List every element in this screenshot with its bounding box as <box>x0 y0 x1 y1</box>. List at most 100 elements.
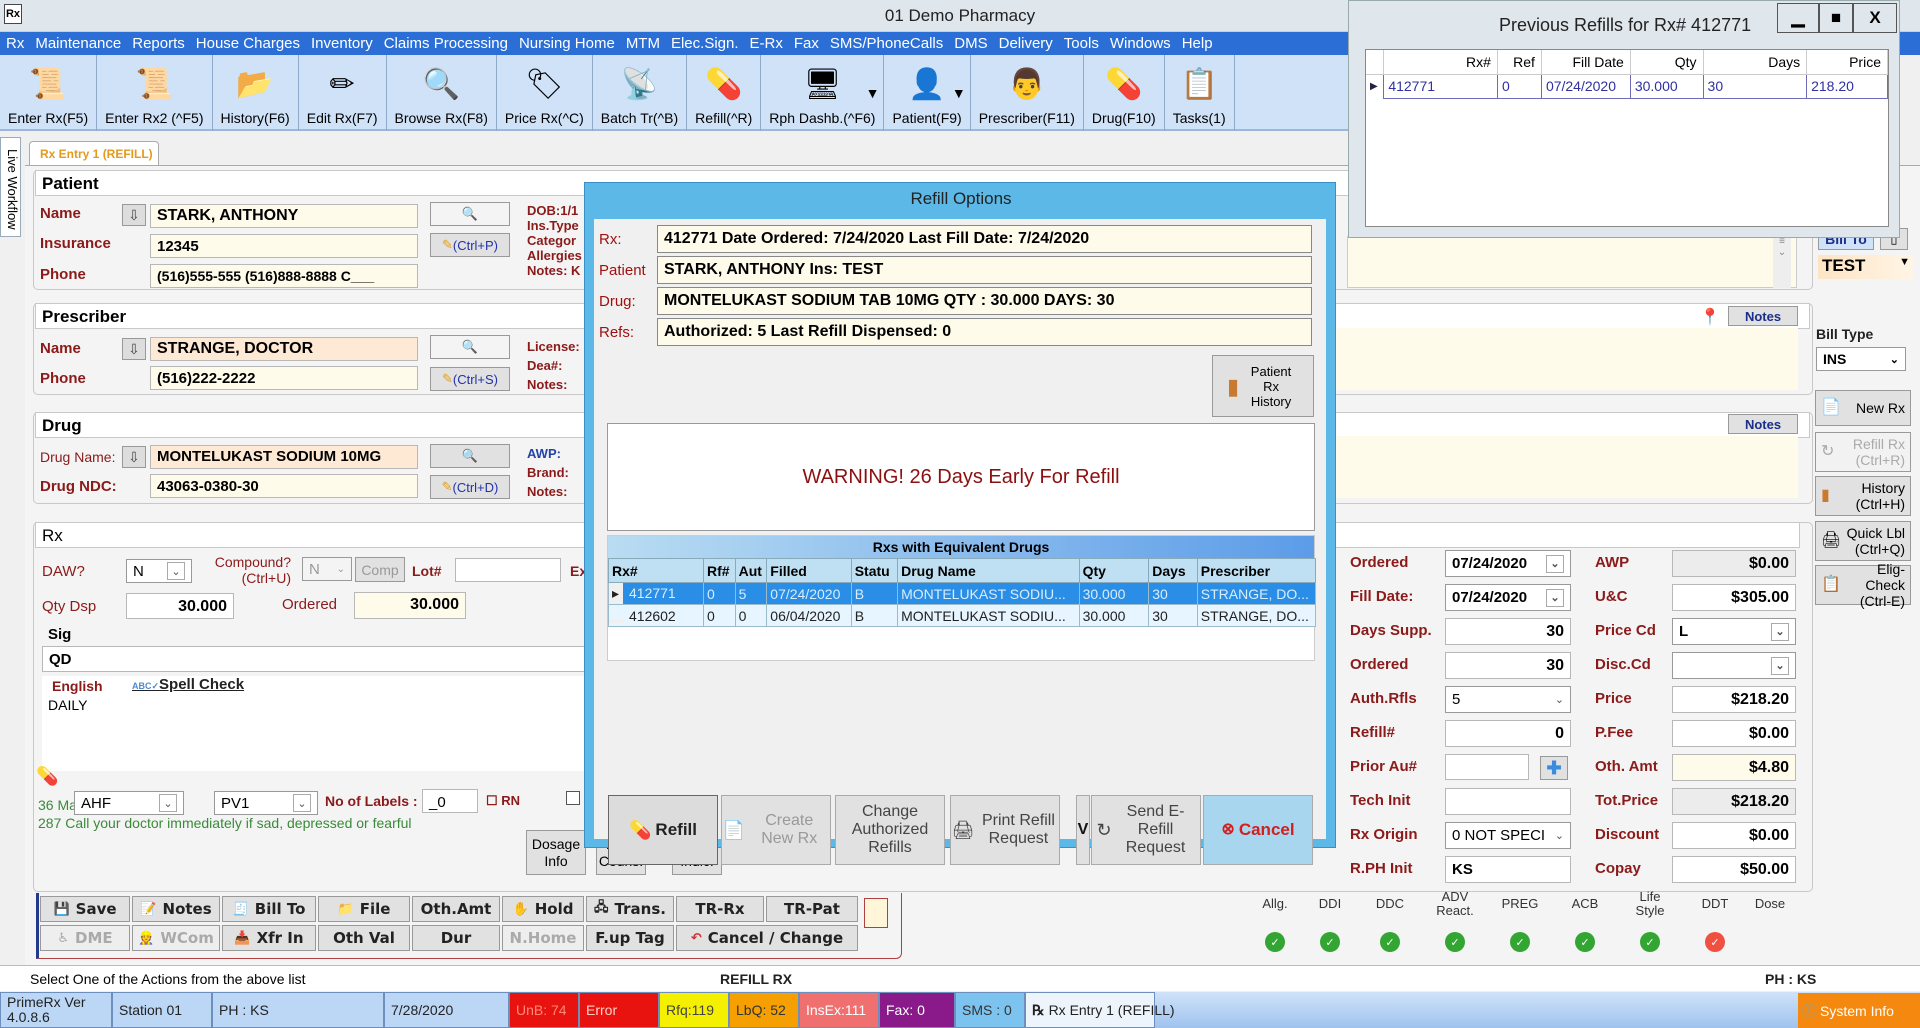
action-tr-pat-button[interactable]: TR-Pat <box>766 896 858 922</box>
discount-field[interactable]: $0.00 <box>1672 822 1796 849</box>
toolbar-edit-rx-f7-button[interactable]: ✏ Edit Rx(F7) <box>299 55 387 131</box>
check-ddc-status-icon[interactable]: ✓ <box>1380 932 1400 952</box>
taskbar-sms-0[interactable]: SMS : 0 <box>955 992 1025 1028</box>
check-acb-status-icon[interactable]: ✓ <box>1575 932 1595 952</box>
column-qty[interactable]: Qty <box>1078 558 1150 583</box>
taskbar-insex-111[interactable]: InsEx:111 <box>799 992 879 1028</box>
menu-delivery[interactable]: Delivery <box>999 35 1053 52</box>
menu-dms[interactable]: DMS <box>954 35 987 52</box>
prev-column-rx[interactable]: Rx# <box>1383 50 1498 75</box>
menu-help[interactable]: Help <box>1182 35 1213 52</box>
aux-label-1-select[interactable]: AHF ⌄ <box>74 791 184 815</box>
spell-check-link[interactable]: ABC✓Spell Check <box>132 676 244 693</box>
menu-reports[interactable]: Reports <box>132 35 185 52</box>
action-trans-button[interactable]: 🖧 Trans. <box>586 896 674 922</box>
taskbar-7-28-2020[interactable]: 7/28/2020 <box>384 992 509 1028</box>
action-wcom-button[interactable]: 👷 WCom <box>132 925 220 951</box>
menu-claims-processing[interactable]: Claims Processing <box>384 35 508 52</box>
taskbar-fax-0[interactable]: Fax: 0 <box>879 992 955 1028</box>
patient-search-button[interactable]: 🔍 <box>430 202 510 226</box>
r-ph-init-field[interactable]: KS <box>1445 856 1571 883</box>
copay-field[interactable]: $50.00 <box>1672 856 1796 883</box>
taskbar-unb-74[interactable]: UnB: 74 <box>509 992 579 1028</box>
dropdown-arrow-icon[interactable]: ▼ <box>866 85 880 101</box>
toolbar-enter-rx-f5-button[interactable]: 📜 Enter Rx(F5) <box>0 55 98 131</box>
drug-notes-button[interactable]: Notes <box>1728 414 1798 434</box>
equivalent-rx-row[interactable]: ▸ 412771 0 5 07/24/2020 B MONTELUKAST SODIU...… <box>608 582 1317 605</box>
rn-checkbox[interactable]: ☐ RN <box>486 793 520 809</box>
column-days[interactable]: Days <box>1148 558 1198 583</box>
dosage-info-button[interactable]: Dosage Info <box>526 830 586 875</box>
price-cd-select[interactable]: L ⌄ <box>1672 618 1796 645</box>
toolbar-patient-f9-button[interactable]: 👤 Patient(F9) ▼ <box>884 55 971 131</box>
price-field[interactable]: $218.20 <box>1672 686 1796 713</box>
disc-cd-select[interactable]: ⌄ <box>1672 652 1796 679</box>
comp-button[interactable]: Comp <box>355 557 405 582</box>
patient-notes-scrollbar[interactable]: ≡ ⌄ <box>1773 236 1791 288</box>
dialog-refill-button[interactable]: 💊 Refill <box>608 795 718 865</box>
prev-refill-row[interactable]: ▶ 412771 0 07/24/2020 30.000 30 218.20 <box>1366 73 1888 99</box>
edit-prescriber-button[interactable]: ✎ (Ctrl+S) <box>430 367 510 391</box>
prescriber-search-button[interactable]: 🔍 <box>430 335 510 359</box>
compound-select[interactable]: N ⌄ <box>302 557 352 581</box>
ordered-date-picker[interactable]: 07/24/2020 ⌄ <box>1445 550 1571 577</box>
patient-name-field[interactable]: STARK, ANTHONY <box>150 204 418 228</box>
taskbar-error[interactable]: Error <box>579 992 659 1028</box>
toolbar-browse-rx-f8-button[interactable]: 🔍 Browse Rx(F8) <box>387 55 497 131</box>
toolbar-enter-rx2-f5-button[interactable]: 📜 Enter Rx2 (^F5) <box>97 55 213 131</box>
toolbar-rph-dashb-f6-button[interactable]: 🖥 Rph Dashb.(^F6) ▼ <box>761 55 885 131</box>
action-oth-val-button[interactable]: Oth Val <box>318 925 410 951</box>
minimize-button[interactable]: ▁ <box>1777 3 1819 33</box>
menu-tools[interactable]: Tools <box>1064 35 1099 52</box>
check-ddi-status-icon[interactable]: ✓ <box>1320 932 1340 952</box>
dialog-change-authorized-refills-button[interactable]: Change Authorized Refills <box>835 795 945 865</box>
sig-field[interactable]: QD <box>42 646 592 672</box>
menu-inventory[interactable]: Inventory <box>311 35 373 52</box>
action-file-button[interactable]: 📁 File <box>318 896 410 922</box>
menu-maintenance[interactable]: Maintenance <box>35 35 121 52</box>
action-dme-button[interactable]: ♿ DME <box>40 925 130 951</box>
prescriber-down-arrow-icon[interactable]: ⇩ <box>122 338 146 360</box>
side-quick-lbl-ctrl-q-button[interactable]: 🖨 Quick Lbl (Ctrl+Q) <box>1815 521 1911 561</box>
prescriber-notes-button[interactable]: Notes <box>1728 306 1798 326</box>
qty-dsp-field[interactable]: 30.000 <box>126 593 234 619</box>
column-statu[interactable]: Statu <box>850 558 899 583</box>
drug-down-arrow-icon[interactable]: ⇩ <box>122 446 146 468</box>
taskbar-lbq-52[interactable]: LbQ: 52 <box>729 992 799 1028</box>
dialog-send-e-refill-request-button[interactable]: ↻ Send E-Refill Request <box>1091 795 1201 865</box>
oth-amt-field[interactable]: $4.80 <box>1672 754 1796 781</box>
sig-text-area[interactable] <box>42 676 592 771</box>
column-rx[interactable]: Rx# <box>608 558 704 583</box>
menu-windows[interactable]: Windows <box>1110 35 1171 52</box>
prescriber-notes-area[interactable] <box>1330 328 1798 390</box>
daw-select[interactable]: N ⌄ <box>126 559 192 583</box>
tab-rx-entry-refill[interactable]: Rx Entry 1 (REFILL) <box>29 141 159 166</box>
patient-phone-field[interactable]: (516)555-555 (516)888-8888 C___ <box>150 264 418 288</box>
tech-init-field[interactable] <box>1445 788 1571 815</box>
prev-column-price[interactable]: Price <box>1806 50 1888 75</box>
action-cancel-change-button[interactable]: ↶ Cancel / Change <box>676 925 858 951</box>
column-rf[interactable]: Rf# <box>702 558 736 583</box>
equivalent-rx-row[interactable]: 412602 0 0 06/04/2020 B MONTELUKAST SODIU... 3… <box>608 604 1317 627</box>
action-n-home-button[interactable]: N.Home <box>502 925 584 951</box>
toolbar-prescriber-f11-button[interactable]: 👨 Prescriber(F11) <box>971 55 1084 131</box>
prev-column-days[interactable]: Days <box>1703 50 1808 75</box>
dialog-cancel-button[interactable]: ⊗ Cancel <box>1203 795 1313 865</box>
side-elig-check-ctrl-e-button[interactable]: 📋 Elig-Check (Ctrl-E) <box>1815 561 1911 609</box>
prior-auth-field[interactable] <box>1445 754 1529 780</box>
menu-elec-sign[interactable]: Elec.Sign. <box>671 35 739 52</box>
menu-mtm[interactable]: MTM <box>626 35 660 52</box>
maximize-button[interactable]: ■ <box>1819 3 1853 33</box>
prescriber-name-field[interactable]: STRANGE, DOCTOR <box>150 337 418 361</box>
dropdown-arrow-icon[interactable]: ▼ <box>952 85 966 101</box>
action-notes-button[interactable]: 📝 Notes <box>132 896 220 922</box>
insurance-field[interactable]: 12345 <box>150 234 418 258</box>
side-new-rx-button[interactable]: 📄 New Rx <box>1815 390 1911 426</box>
system-info-button[interactable]: ⓘ System Info <box>1798 993 1920 1028</box>
check-ddt-status-icon[interactable]: ✓ <box>1705 932 1725 952</box>
toolbar-drug-f10-button[interactable]: 💊 Drug(F10) <box>1084 55 1165 131</box>
action-bill-to-button[interactable]: 🧾 Bill To <box>222 896 316 922</box>
toolbar-history-f6-button[interactable]: 📂 History(F6) <box>213 55 299 131</box>
prescriber-phone-field[interactable]: (516)222-2222 <box>150 366 418 390</box>
menu-nursing-home[interactable]: Nursing Home <box>519 35 615 52</box>
